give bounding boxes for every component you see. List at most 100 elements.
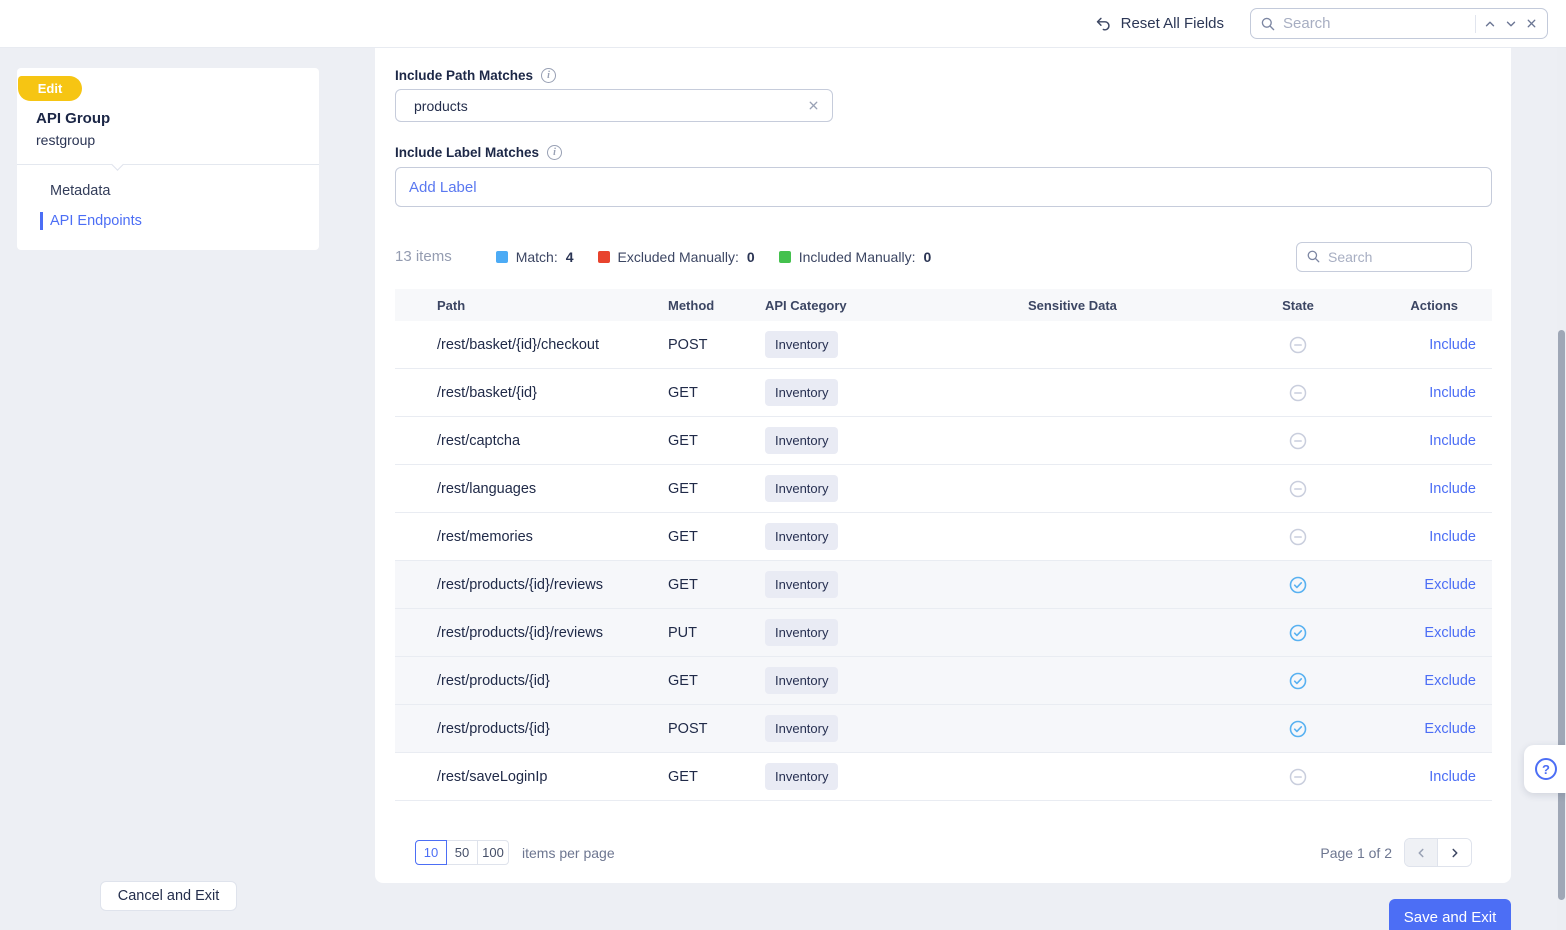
row-action-link[interactable]: Exclude — [1424, 625, 1476, 641]
minus-circle-icon — [1288, 535, 1308, 551]
row-action-link[interactable]: Include — [1429, 481, 1476, 497]
path-matches-input[interactable] — [414, 98, 807, 114]
row-action-link[interactable]: Include — [1429, 337, 1476, 353]
cell-path: /rest/products/{id}/reviews — [437, 577, 668, 593]
chevron-right-icon — [1448, 846, 1462, 860]
cell-method: GET — [668, 673, 765, 689]
minus-circle-icon — [1288, 487, 1308, 503]
clear-path-match-icon[interactable] — [807, 99, 820, 112]
column-header-api-category: API Category — [765, 298, 1028, 313]
row-action-link[interactable]: Include — [1429, 769, 1476, 785]
legend-included-label: Included Manually: — [799, 249, 916, 265]
table-header: Path Method API Category Sensitive Data … — [395, 289, 1492, 321]
category-badge: Inventory — [765, 379, 838, 406]
info-icon[interactable]: i — [541, 68, 556, 83]
cell-path: /rest/products/{id} — [437, 721, 668, 737]
entity-type-label: API Group — [36, 110, 110, 127]
row-action-link[interactable]: Exclude — [1424, 577, 1476, 593]
page-size-50[interactable]: 50 — [446, 840, 478, 865]
check-circle-icon — [1288, 727, 1308, 743]
minus-circle-icon — [1288, 343, 1308, 359]
row-action-link[interactable]: Include — [1429, 529, 1476, 545]
category-badge: Inventory — [765, 427, 838, 454]
sidebar-divider — [17, 164, 319, 165]
table-search-input[interactable] — [1328, 249, 1462, 265]
previous-page-button[interactable] — [1405, 839, 1438, 866]
cancel-and-exit-button[interactable]: Cancel and Exit — [100, 881, 237, 911]
save-and-exit-label: Save and Exit — [1404, 909, 1497, 926]
sidebar-item-label: Metadata — [50, 183, 110, 199]
chevron-down-icon[interactable] — [1504, 17, 1518, 31]
category-badge: Inventory — [765, 475, 838, 502]
minus-circle-icon — [1288, 391, 1308, 407]
help-button[interactable]: ? — [1524, 745, 1566, 793]
cell-path: /rest/basket/{id} — [437, 385, 668, 401]
legend-match: Match: 4 — [496, 249, 574, 265]
sidebar-card: Edit API Group restgroup Metadata API En… — [17, 68, 319, 250]
chevron-up-icon[interactable] — [1483, 17, 1497, 31]
include-label-matches-label: Include Label Matches — [395, 145, 539, 160]
check-circle-icon — [1288, 631, 1308, 647]
cell-path: /rest/memories — [437, 529, 668, 545]
sidebar-item-metadata[interactable]: Metadata — [17, 176, 319, 206]
table-toolbar: 13 items Match: 4 Excluded Manually: 0 I… — [395, 241, 1492, 272]
column-header-sensitive-data: Sensitive Data — [1028, 298, 1278, 313]
cell-method: POST — [668, 721, 765, 737]
cell-method: GET — [668, 529, 765, 545]
cell-path: /rest/products/{id}/reviews — [437, 625, 668, 641]
cell-method: GET — [668, 385, 765, 401]
next-page-button[interactable] — [1438, 839, 1471, 866]
cell-method: POST — [668, 337, 765, 353]
match-color-swatch — [496, 251, 508, 263]
table-row: /rest/products/{id} GET Inventory Exclud… — [395, 657, 1492, 705]
top-bar: Reset All Fields — [0, 0, 1566, 48]
row-action-link[interactable]: Exclude — [1424, 721, 1476, 737]
row-action-link[interactable]: Include — [1429, 433, 1476, 449]
save-and-exit-button[interactable]: Save and Exit — [1389, 899, 1511, 930]
include-path-matches-label-row: Include Path Matches i — [395, 68, 1492, 83]
info-icon[interactable]: i — [547, 145, 562, 160]
include-path-matches-label: Include Path Matches — [395, 68, 533, 83]
reset-all-fields-button[interactable]: Reset All Fields — [1095, 15, 1224, 32]
table-search-box — [1296, 242, 1472, 272]
close-icon[interactable] — [1525, 17, 1538, 30]
page-size-100[interactable]: 100 — [477, 840, 509, 865]
entity-name: restgroup — [36, 132, 95, 148]
legend-included-manually: Included Manually: 0 — [779, 249, 932, 265]
legend-excluded-manually: Excluded Manually: 0 — [598, 249, 755, 265]
reset-all-fields-label: Reset All Fields — [1121, 15, 1224, 32]
main-panel: Include Path Matches i Include Label Mat… — [375, 48, 1511, 883]
edit-badge: Edit — [18, 76, 82, 101]
path-matches-field — [395, 89, 833, 122]
table-row: /rest/basket/{id} GET Inventory Include — [395, 369, 1492, 417]
check-circle-icon — [1288, 679, 1308, 695]
global-search-box — [1250, 8, 1548, 39]
items-per-page-label: items per page — [522, 845, 615, 861]
category-badge: Inventory — [765, 331, 838, 358]
row-action-link[interactable]: Exclude — [1424, 673, 1476, 689]
table-row: /rest/products/{id}/reviews GET Inventor… — [395, 561, 1492, 609]
pagination-bar: 10 50 100 items per page Page 1 of 2 — [395, 838, 1492, 867]
cell-method: PUT — [668, 625, 765, 641]
table-row: /rest/products/{id}/reviews PUT Inventor… — [395, 609, 1492, 657]
category-badge: Inventory — [765, 571, 838, 598]
minus-circle-icon — [1288, 439, 1308, 455]
cell-method: GET — [668, 769, 765, 785]
add-label-input[interactable] — [409, 179, 1478, 196]
page: Reset All Fields Edit API Group restg — [0, 0, 1566, 930]
search-divider — [1475, 15, 1476, 33]
category-badge: Inventory — [765, 763, 838, 790]
page-size-10[interactable]: 10 — [415, 840, 447, 865]
category-badge: Inventory — [765, 667, 838, 694]
global-search-input[interactable] — [1283, 15, 1468, 32]
items-count: 13 items — [395, 248, 452, 265]
sidebar-item-api-endpoints[interactable]: API Endpoints — [17, 206, 319, 236]
column-header-actions: Actions — [1318, 298, 1476, 313]
minus-circle-icon — [1288, 775, 1308, 791]
scrollbar-thumb[interactable] — [1558, 330, 1565, 900]
row-action-link[interactable]: Include — [1429, 385, 1476, 401]
table-row: /rest/products/{id} POST Inventory Exclu… — [395, 705, 1492, 753]
included-color-swatch — [779, 251, 791, 263]
check-circle-icon — [1288, 583, 1308, 599]
sidebar-nav: Metadata API Endpoints — [17, 176, 319, 236]
